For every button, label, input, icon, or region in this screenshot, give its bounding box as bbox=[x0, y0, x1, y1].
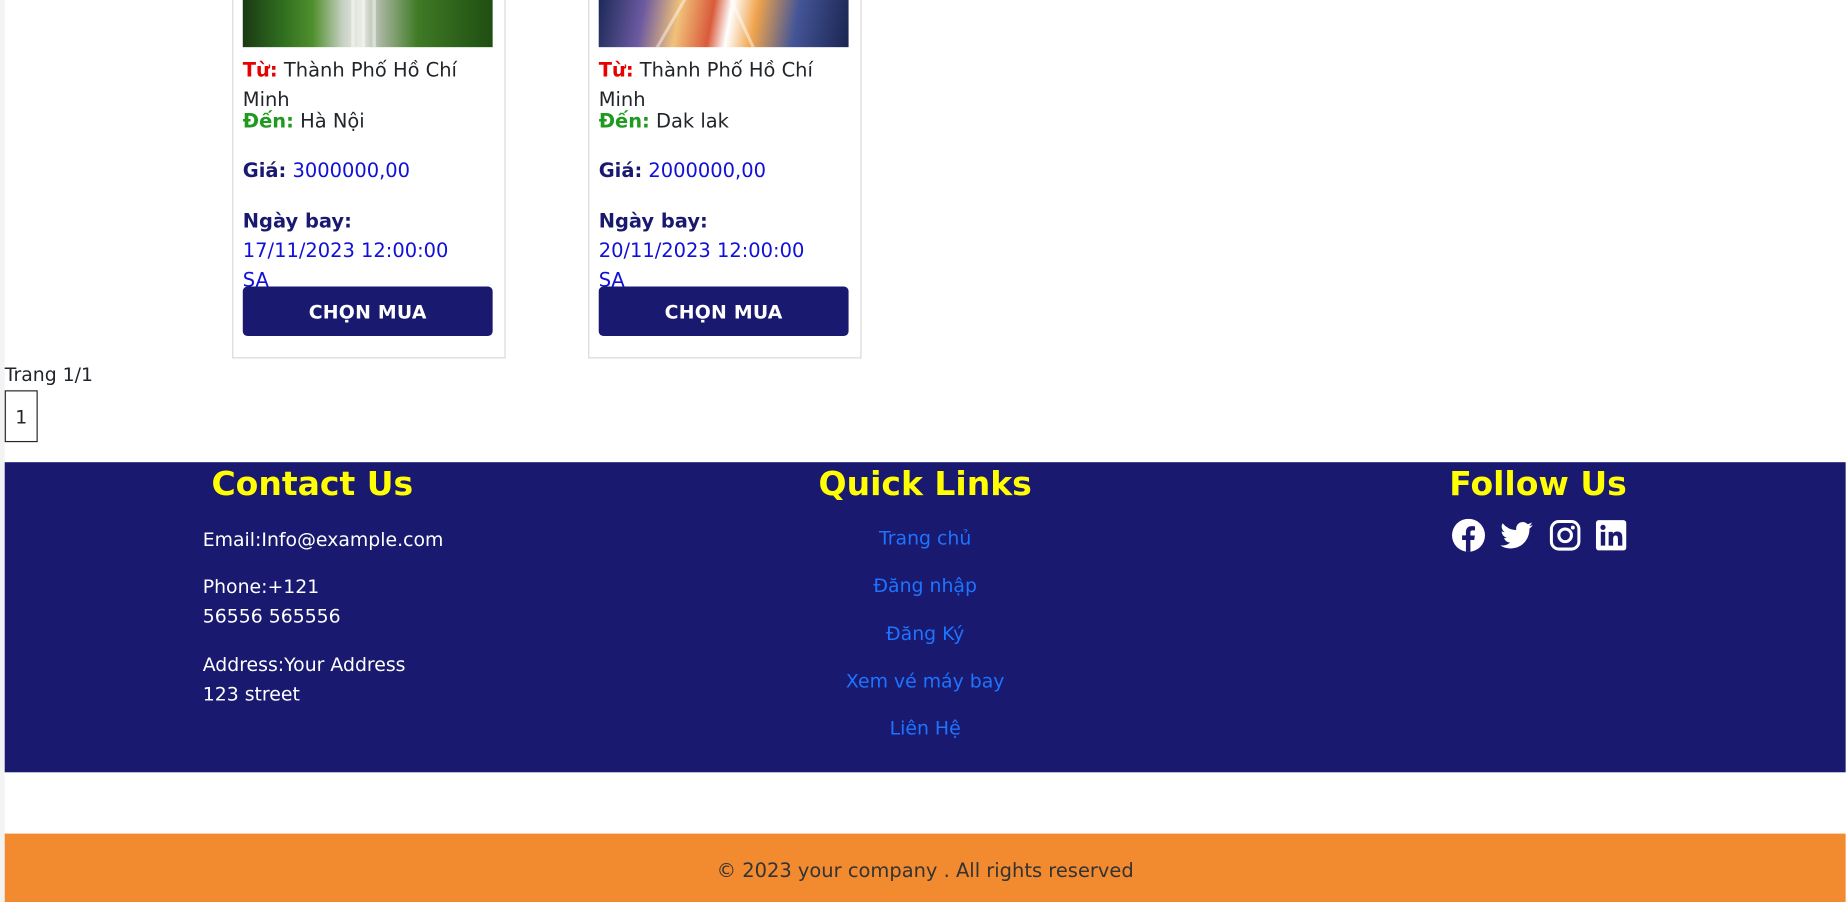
quick-link-home[interactable]: Trang chủ bbox=[748, 527, 1102, 549]
date-label: Ngày bay: bbox=[598, 209, 708, 233]
page-button[interactable]: 1 bbox=[4, 390, 38, 443]
quick-link-tickets[interactable]: Xem vé máy bay bbox=[748, 670, 1102, 692]
flight-price: Giá: 2000000,00 bbox=[599, 156, 854, 185]
from-label: Từ: bbox=[598, 58, 634, 82]
footer: Contact Us Email:Info@example.com Phone:… bbox=[4, 462, 1846, 773]
flight-to: Đến: Dak lak bbox=[599, 106, 854, 135]
facebook-icon[interactable] bbox=[1451, 518, 1485, 552]
flight-card-image bbox=[242, 0, 493, 48]
contact-email: Email:Info@example.com bbox=[202, 528, 444, 551]
price-value: 2000000,00 bbox=[648, 159, 766, 182]
quick-links-title: Quick Links bbox=[818, 464, 1032, 504]
flight-card: Từ: Thành Phố Hồ Chí Minh Đến: Hà Nội Gi… bbox=[232, 0, 506, 359]
quick-link-login[interactable]: Đăng nhập bbox=[748, 574, 1102, 596]
date-label: Ngày bay: bbox=[242, 209, 352, 233]
instagram-icon[interactable] bbox=[1549, 519, 1582, 552]
to-label: Đến: bbox=[598, 109, 650, 133]
flight-card: Từ: Thành Phố Hồ Chí Minh Đến: Dak lak G… bbox=[588, 0, 862, 359]
follow-title: Follow Us bbox=[1449, 464, 1627, 504]
price-label: Giá: bbox=[598, 159, 643, 182]
pagination-info: Trang 1/1 bbox=[4, 363, 94, 386]
contact-phone: Phone:+121 56556 565556 bbox=[202, 575, 341, 628]
flight-date: Ngày bay: 17/11/2023 12:00:00 SA bbox=[243, 206, 467, 294]
price-label: Giá: bbox=[242, 159, 287, 182]
contact-address: Address:Your Address 123 street bbox=[202, 653, 406, 706]
contact-title: Contact Us bbox=[211, 464, 414, 504]
buy-button[interactable]: CHỌN MUA bbox=[598, 286, 849, 337]
copyright-text: © 2023 your company . All rights reserve… bbox=[716, 859, 1134, 882]
copyright-bar: © 2023 your company . All rights reserve… bbox=[4, 833, 1846, 902]
flight-date: Ngày bay: 20/11/2023 12:00:00 SA bbox=[599, 206, 823, 294]
to-label: Đến: bbox=[242, 109, 294, 133]
quick-link-register[interactable]: Đăng Ký bbox=[748, 623, 1102, 645]
to-value: Dak lak bbox=[656, 109, 729, 133]
quick-link-contact[interactable]: Liên Hệ bbox=[748, 717, 1102, 739]
twitter-icon[interactable] bbox=[1500, 519, 1533, 552]
flight-to: Đến: Hà Nội bbox=[243, 106, 498, 135]
date-value: 20/11/2023 12:00:00 SA bbox=[598, 239, 805, 292]
price-value: 3000000,00 bbox=[292, 159, 411, 182]
buy-button[interactable]: CHỌN MUA bbox=[242, 286, 493, 337]
from-label: Từ: bbox=[242, 58, 278, 82]
flight-card-image bbox=[598, 0, 849, 48]
date-value: 17/11/2023 12:00:00 SA bbox=[242, 239, 449, 292]
flight-price: Giá: 3000000,00 bbox=[243, 156, 498, 185]
to-value: Hà Nội bbox=[300, 109, 365, 133]
linkedin-icon[interactable] bbox=[1595, 519, 1628, 552]
